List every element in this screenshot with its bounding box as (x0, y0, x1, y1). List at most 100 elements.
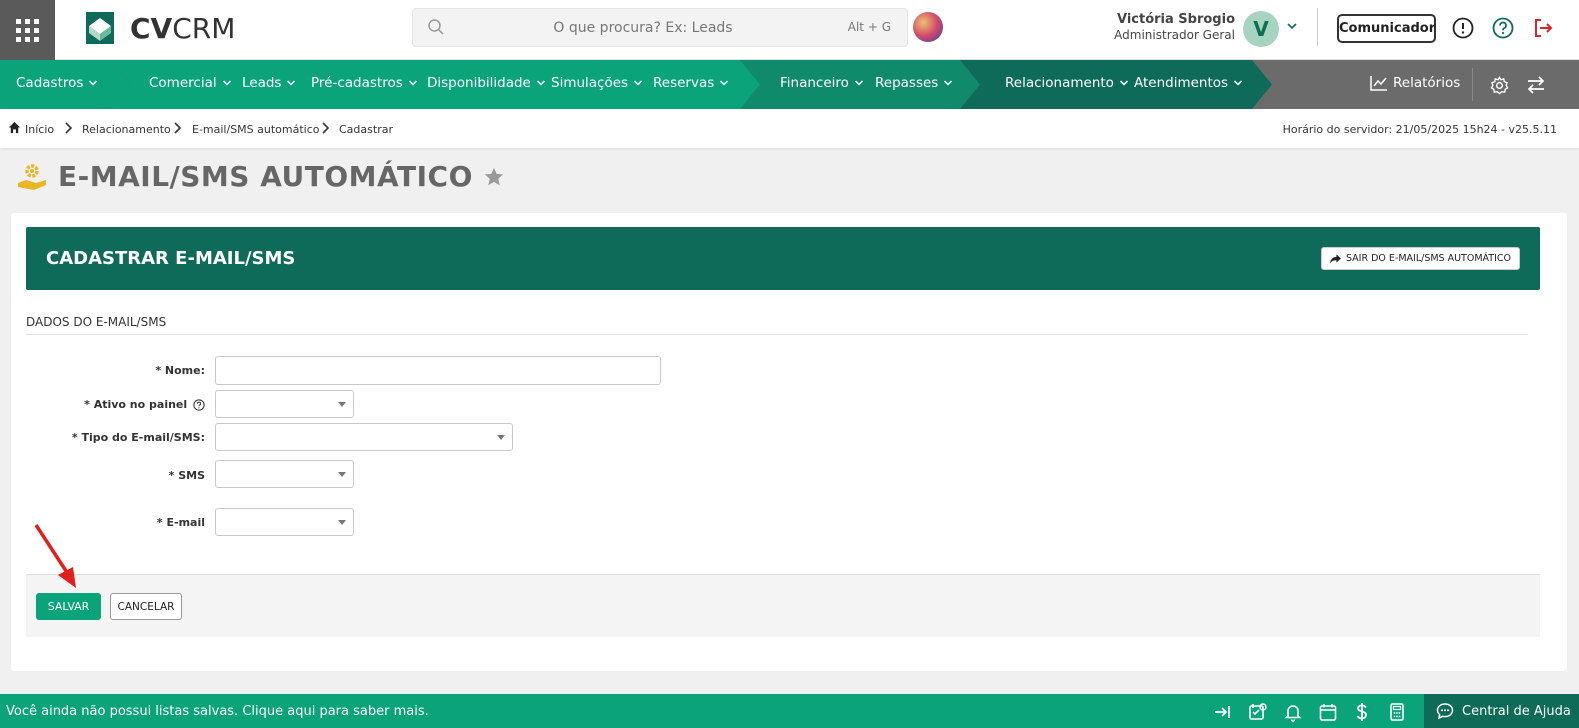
page-title-row: E-MAIL/SMS AUTOMÁTICO (16, 160, 505, 193)
swap-arrows-icon[interactable] (1526, 75, 1546, 95)
user-role: Administrador Geral (1114, 28, 1235, 42)
nav-financeiro[interactable]: Financeiro (780, 75, 864, 91)
info-icon[interactable] (1451, 16, 1475, 40)
comunicador-button[interactable]: Comunicador (1337, 14, 1436, 43)
caret-down-icon (338, 472, 346, 477)
caret-down-icon (338, 520, 346, 525)
sms-label: * SMS (168, 469, 205, 482)
caret-down-icon (497, 435, 505, 440)
nav-comercial[interactable]: Comercial (149, 75, 232, 91)
nav-disponibilidade[interactable]: Disponibilidade (427, 75, 546, 91)
question-circle-icon[interactable] (193, 399, 205, 411)
breadcrumb-cadastrar: Cadastrar (339, 123, 393, 136)
nome-input[interactable] (215, 356, 661, 385)
ai-assistant-orb[interactable] (913, 12, 943, 42)
ativo-select[interactable] (215, 390, 354, 418)
breadcrumb: Início Relacionamento E-mail/SMS automát… (0, 109, 1579, 148)
logo-icon (86, 12, 114, 44)
nav-reservas[interactable]: Reservas (653, 75, 729, 91)
nav-relacionamento[interactable]: Relacionamento (1005, 75, 1129, 91)
global-search[interactable]: Alt + G (412, 8, 908, 47)
dollar-icon[interactable] (1352, 702, 1372, 722)
nav-repasses[interactable]: Repasses (875, 75, 953, 91)
logo-text: CVCRM (130, 11, 236, 45)
cancel-button[interactable]: CANCELAR (110, 593, 182, 620)
grid-icon (16, 18, 39, 42)
status-bar: Você ainda não possui listas salvas. Cli… (0, 694, 1579, 728)
nav-relatorios[interactable]: Relatórios (1370, 75, 1460, 91)
chevron-down-icon (89, 80, 98, 86)
chevron-down-icon (720, 80, 729, 86)
chevron-down-icon (1234, 80, 1243, 86)
panel-header: CADASTRAR E-MAIL/SMS SAIR DO E-MAIL/SMS … (26, 227, 1540, 290)
chevron-down-icon (854, 80, 863, 86)
header-divider (1317, 8, 1318, 46)
help-center-button[interactable]: Central de Ajuda (1424, 694, 1579, 728)
main-nav: Cadastros Comercial Leads Pré-cadastros … (0, 60, 1579, 109)
form-actions: SALVAR CANCELAR (26, 574, 1540, 637)
caret-down-icon (338, 402, 346, 407)
chevron-down-icon (634, 80, 643, 86)
home-icon[interactable] (8, 121, 21, 134)
bell-icon[interactable] (1283, 702, 1303, 722)
user-info[interactable]: Victória Sbrogio Administrador Geral (1100, 12, 1235, 42)
ativo-label: * Ativo no painel (84, 398, 188, 411)
page-title: E-MAIL/SMS AUTOMÁTICO (58, 160, 473, 193)
breadcrumb-relacionamento[interactable]: Relacionamento (82, 123, 171, 136)
help-center-label: Central de Ajuda (1462, 703, 1571, 719)
tipo-select[interactable] (215, 423, 513, 451)
section-title: DADOS DO E-MAIL/SMS (26, 315, 167, 329)
chevron-right-icon (322, 122, 330, 134)
nome-label: * Nome: (155, 364, 205, 377)
calendar-settings-icon[interactable] (1248, 702, 1268, 722)
sms-select[interactable] (215, 460, 354, 488)
search-input[interactable] (453, 17, 833, 39)
calendar-icon[interactable] (1318, 702, 1338, 722)
chevron-down-icon (944, 80, 953, 86)
tipo-label: * Tipo do E-mail/SMS: (71, 431, 205, 444)
nav-leads[interactable]: Leads (242, 75, 296, 91)
breadcrumb-inicio[interactable]: Início (25, 123, 54, 136)
server-time: Horário do servidor: 21/05/2025 15h24 - … (1282, 123, 1557, 136)
top-bar: CVCRM Alt + G Victória Sbrogio Administr… (0, 0, 1579, 60)
app-logo[interactable]: CVCRM (80, 8, 235, 48)
form-panel: CADASTRAR E-MAIL/SMS SAIR DO E-MAIL/SMS … (11, 213, 1567, 671)
nav-simulacoes[interactable]: Simulações (551, 75, 643, 91)
search-icon (428, 19, 444, 35)
gear-icon[interactable] (1490, 76, 1509, 95)
annotation-arrow-icon (34, 524, 76, 588)
share-arrow-icon (1329, 253, 1341, 264)
exit-email-sms-button[interactable]: SAIR DO E-MAIL/SMS AUTOMÁTICO (1320, 247, 1520, 270)
star-icon[interactable] (483, 166, 505, 188)
apps-menu-button[interactable] (0, 0, 55, 60)
chevron-right-icon (174, 122, 182, 134)
avatar[interactable]: V (1243, 11, 1279, 47)
chevron-down-icon (408, 80, 417, 86)
chevron-down-icon[interactable] (1286, 20, 1298, 32)
chart-line-icon (1370, 76, 1387, 91)
chevron-right-icon (65, 122, 73, 134)
nav-atendimentos[interactable]: Atendimentos (1134, 75, 1243, 91)
save-button[interactable]: SALVAR (36, 593, 101, 620)
search-shortcut: Alt + G (847, 20, 891, 34)
settings-hand-icon (18, 163, 46, 190)
nav-cadastros[interactable]: Cadastros (16, 75, 98, 91)
chevron-down-icon (222, 80, 231, 86)
nav-divider (1472, 68, 1473, 101)
collapse-right-icon[interactable] (1213, 702, 1233, 722)
saved-lists-message[interactable]: Você ainda não possui listas salvas. Cli… (6, 704, 429, 719)
panel-title: CADASTRAR E-MAIL/SMS (46, 248, 296, 269)
help-icon[interactable] (1491, 16, 1515, 40)
breadcrumb-email-sms[interactable]: E-mail/SMS automático (192, 123, 320, 136)
chevron-down-icon (287, 80, 296, 86)
email-select[interactable] (215, 508, 354, 536)
ativo-label-row: * Ativo no painel (25, 398, 205, 411)
chevron-down-icon (1119, 80, 1128, 86)
calculator-icon[interactable] (1387, 702, 1407, 722)
nav-pre-cadastros[interactable]: Pré-cadastros (311, 75, 418, 91)
user-name: Victória Sbrogio (1116, 12, 1235, 27)
exit-button-label: SAIR DO E-MAIL/SMS AUTOMÁTICO (1345, 253, 1511, 264)
logout-icon[interactable] (1531, 16, 1555, 40)
chat-bubble-icon (1436, 703, 1454, 720)
section-divider (26, 334, 1528, 335)
